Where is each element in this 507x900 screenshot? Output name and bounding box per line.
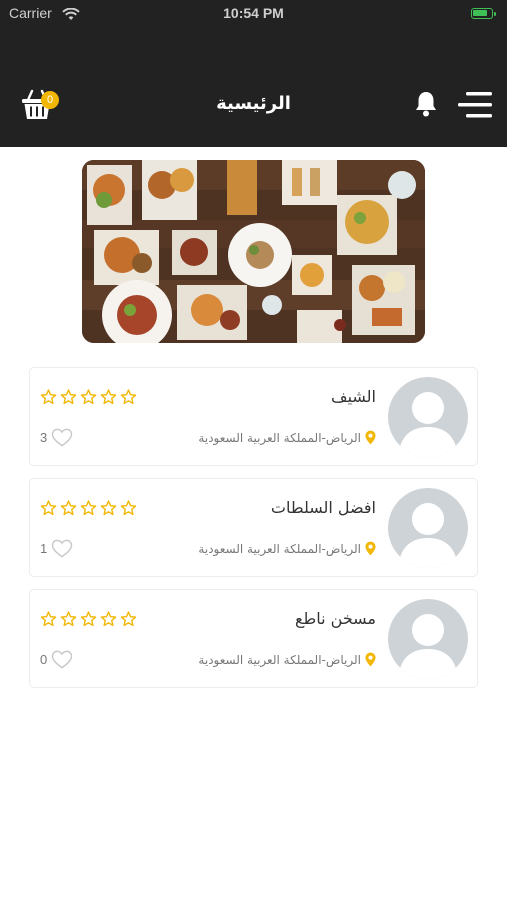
map-pin-icon (365, 541, 376, 556)
rating-stars[interactable] (40, 611, 137, 627)
star-icon[interactable] (40, 611, 57, 627)
rating-stars[interactable] (40, 389, 137, 405)
avatar (388, 599, 468, 679)
likes-count: 1 (40, 541, 48, 556)
star-icon[interactable] (120, 611, 137, 627)
restaurant-location: الرياض-المملكة العربية السعودية (198, 652, 376, 667)
location-text: الرياض-المملكة العربية السعودية (198, 541, 361, 556)
restaurant-name: مسخن ناطع (294, 609, 376, 628)
map-pin-icon (365, 652, 376, 667)
star-icon[interactable] (100, 500, 117, 516)
restaurant-location: الرياض-المملكة العربية السعودية (198, 541, 376, 556)
bell-icon (416, 92, 436, 117)
location-text: الرياض-المملكة العربية السعودية (198, 430, 361, 445)
location-text: الرياض-المملكة العربية السعودية (198, 652, 361, 667)
heart-outline-icon[interactable] (51, 539, 73, 558)
star-icon[interactable] (60, 389, 77, 405)
star-icon[interactable] (60, 611, 77, 627)
restaurant-location: الرياض-المملكة العربية السعودية (198, 430, 376, 445)
restaurant-name: افضل السلطات (270, 498, 376, 517)
star-icon[interactable] (40, 500, 57, 516)
avatar (388, 377, 468, 457)
restaurant-name: الشيف (331, 387, 376, 406)
clock: 10:54 PM (223, 5, 284, 21)
menu-button[interactable] (456, 90, 494, 124)
notifications-button[interactable] (413, 90, 439, 122)
star-icon[interactable] (120, 389, 137, 405)
likes[interactable]: 0 (40, 650, 73, 669)
star-icon[interactable] (100, 611, 117, 627)
star-icon[interactable] (80, 500, 97, 516)
star-icon[interactable] (80, 611, 97, 627)
app-header: Carrier 10:54 PM 0 الرئيسية (0, 0, 507, 147)
likes-count: 0 (40, 652, 48, 667)
hamburger-menu-icon (458, 92, 492, 118)
likes-count: 3 (40, 430, 48, 445)
status-bar: Carrier 10:54 PM (0, 0, 507, 28)
heart-outline-icon[interactable] (51, 428, 73, 447)
star-icon[interactable] (60, 500, 77, 516)
likes[interactable]: 1 (40, 539, 73, 558)
star-icon[interactable] (100, 389, 117, 405)
avatar (388, 488, 468, 568)
restaurant-card[interactable]: الشيف الرياض-المملكة العربية السعودية 3 (29, 367, 478, 466)
battery-icon (471, 8, 496, 19)
food-banner-image[interactable] (82, 160, 425, 343)
star-icon[interactable] (80, 389, 97, 405)
restaurant-card[interactable]: مسخن ناطع الرياض-المملكة العربية السعودي… (29, 589, 478, 688)
map-pin-icon (365, 430, 376, 445)
restaurant-card[interactable]: افضل السلطات الرياض-المملكة العربية السع… (29, 478, 478, 577)
star-icon[interactable] (40, 389, 57, 405)
rating-stars[interactable] (40, 500, 137, 516)
star-icon[interactable] (120, 500, 137, 516)
likes[interactable]: 3 (40, 428, 73, 447)
heart-outline-icon[interactable] (51, 650, 73, 669)
